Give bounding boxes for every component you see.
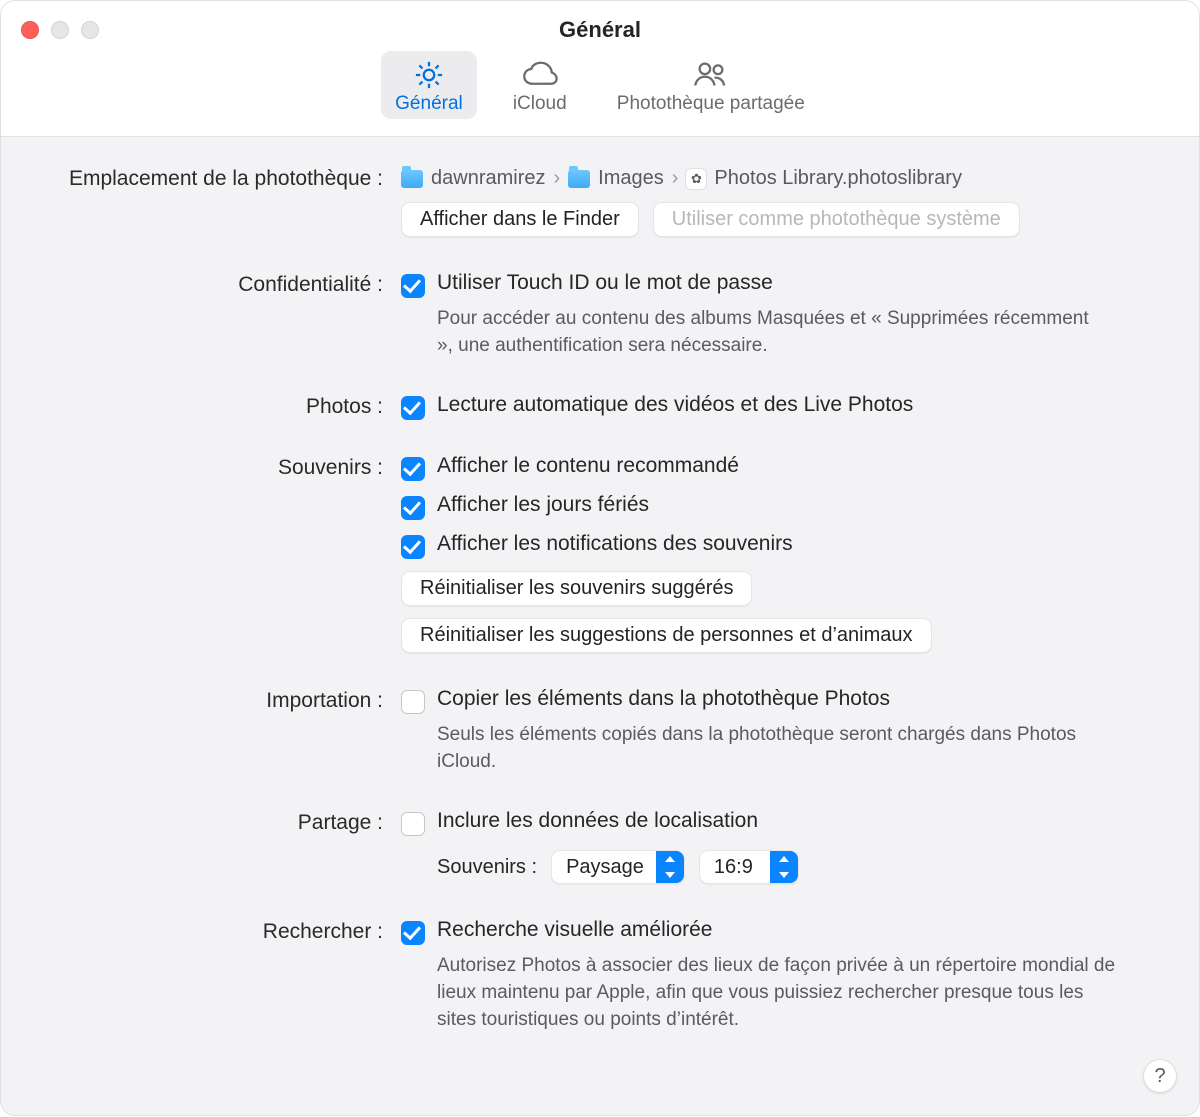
lookup-help-text: Autorisez Photos à associer des lieux de… (437, 953, 1117, 1033)
close-window-button[interactable] (21, 21, 39, 39)
cloud-icon (519, 57, 561, 93)
library-path-breadcrumb: dawnramirez › Images › ✿Photos Library.p… (401, 165, 1167, 190)
chevron-right-icon: › (553, 167, 560, 190)
featured-content-checkbox[interactable] (401, 457, 425, 481)
minimize-window-button[interactable] (51, 21, 69, 39)
visual-lookup-label: Recherche visuelle améliorée (437, 918, 712, 942)
memory-notifications-label: Afficher les notifications des souvenirs (437, 532, 793, 556)
titlebar: Général Général iCloud (1, 1, 1199, 137)
memories-format-label: Souvenirs : (437, 856, 537, 879)
autoplay-checkbox-label: Lecture automatique des vidéos et des Li… (437, 393, 913, 417)
sharing-label: Partage : (33, 809, 401, 835)
tab-icloud[interactable]: iCloud (495, 51, 585, 119)
aspect-ratio-select-value: 16:9 (700, 856, 770, 879)
home-folder-icon (401, 170, 423, 188)
toolbar-tabs: Général iCloud Photothèque partagée (381, 51, 819, 119)
tab-general[interactable]: Général (381, 51, 477, 119)
orientation-select[interactable]: Paysage (551, 850, 685, 884)
zoom-window-button[interactable] (81, 21, 99, 39)
lookup-label: Rechercher : (33, 918, 401, 944)
help-button[interactable]: ? (1143, 1059, 1177, 1093)
people-icon (690, 57, 732, 93)
crumb-library[interactable]: ✿Photos Library.photoslibrary (686, 167, 962, 190)
tab-general-label: Général (395, 93, 463, 115)
orientation-select-value: Paysage (552, 856, 656, 879)
privacy-label: Confidentialité : (33, 271, 401, 297)
memory-notifications-checkbox[interactable] (401, 535, 425, 559)
photos-label: Photos : (33, 393, 401, 419)
preferences-window: Général Général iCloud (1, 1, 1199, 1115)
touchid-checkbox-label: Utiliser Touch ID ou le mot de passe (437, 271, 773, 295)
library-location-label: Emplacement de la photothèque : (33, 165, 401, 191)
reset-people-button[interactable]: Réinitialiser les suggestions de personn… (401, 618, 932, 653)
memories-label: Souvenirs : (33, 454, 401, 480)
visual-lookup-checkbox[interactable] (401, 921, 425, 945)
autoplay-checkbox[interactable] (401, 396, 425, 420)
aspect-ratio-select[interactable]: 16:9 (699, 850, 799, 884)
import-label: Importation : (33, 687, 401, 713)
select-stepper-icon (656, 851, 684, 883)
tab-shared-label: Photothèque partagée (617, 93, 805, 115)
select-stepper-icon (770, 851, 798, 883)
tab-shared-library[interactable]: Photothèque partagée (603, 51, 819, 119)
holidays-checkbox[interactable] (401, 496, 425, 520)
privacy-help-text: Pour accéder au contenu des albums Masqu… (437, 306, 1097, 359)
touchid-checkbox[interactable] (401, 274, 425, 298)
holidays-label: Afficher les jours fériés (437, 493, 649, 517)
traffic-lights (21, 21, 99, 39)
photos-library-icon: ✿ (686, 169, 706, 189)
use-as-system-library-button: Utiliser comme photothèque système (653, 202, 1020, 237)
crumb-home[interactable]: dawnramirez (401, 167, 545, 190)
tab-icloud-label: iCloud (513, 93, 567, 115)
include-location-checkbox[interactable] (401, 812, 425, 836)
copy-items-label: Copier les éléments dans la photothèque … (437, 687, 890, 711)
content-pane: Emplacement de la photothèque : dawnrami… (1, 137, 1199, 1115)
crumb-images[interactable]: Images (568, 167, 664, 190)
folder-icon (568, 170, 590, 188)
include-location-label: Inclure les données de localisation (437, 809, 758, 833)
featured-content-label: Afficher le contenu recommandé (437, 454, 739, 478)
import-help-text: Seuls les éléments copiés dans la photot… (437, 722, 1097, 775)
window-title: Général (559, 17, 641, 43)
chevron-right-icon: › (672, 167, 679, 190)
gear-icon (408, 57, 450, 93)
show-in-finder-button[interactable]: Afficher dans le Finder (401, 202, 639, 237)
copy-items-checkbox[interactable] (401, 690, 425, 714)
reset-memories-button[interactable]: Réinitialiser les souvenirs suggérés (401, 571, 752, 606)
